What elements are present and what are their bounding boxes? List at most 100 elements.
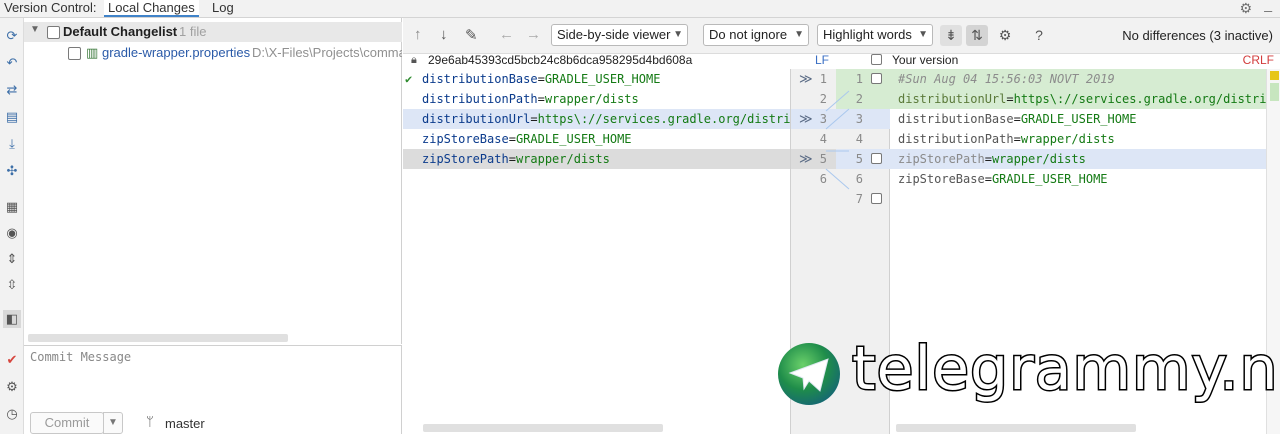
right-key: distributionBase: [898, 112, 1014, 126]
right-line-added: #Sun Aug 04 15:56:03 NOVT 2019: [890, 69, 1266, 89]
left-line: distributionPath=wrapper/dists: [422, 92, 639, 106]
right-key: zipStorePath: [898, 152, 985, 166]
left-line-number: 4: [819, 132, 827, 146]
right-key: zipStoreBase: [898, 172, 985, 186]
diff-status: No differences (3 inactive): [1122, 28, 1273, 43]
left-value: wrapper/dists: [544, 92, 639, 106]
diff-arrows-icon[interactable]: ⇄: [3, 81, 21, 99]
added-marker: [1270, 83, 1279, 101]
lock-icon: 🔒︎: [411, 54, 417, 66]
arrow-left-icon[interactable]: ←: [499, 26, 514, 43]
viewer-select-value: Side-by-side viewer: [557, 27, 671, 42]
right-value: wrapper/dists: [1020, 132, 1115, 146]
branch-name: master: [165, 416, 205, 431]
right-value: https\://services.gradle.org/distribu: [1013, 92, 1266, 106]
left-key: distributionBase: [422, 72, 538, 86]
download-icon[interactable]: ⤓: [3, 135, 21, 153]
telegram-logo: [778, 343, 840, 405]
right-line-moved: zipStorePath=wrapper/dists: [890, 149, 1266, 169]
arrow-right-icon[interactable]: →: [526, 26, 541, 43]
highlight-select[interactable]: Highlight words ▼: [817, 24, 933, 46]
left-line: zipStoreBase=GRADLE_USER_HOME: [422, 132, 632, 146]
changelist-row[interactable]: ▼ Default Changelist 1 file: [24, 22, 402, 42]
history-icon[interactable]: ◷: [3, 405, 21, 423]
commit-dropdown-button[interactable]: ▼: [103, 412, 123, 434]
commit-check-icon[interactable]: ✔: [3, 351, 21, 369]
collapse-all-icon[interactable]: ⇳: [3, 276, 21, 294]
left-line-number: 6: [819, 172, 827, 186]
settings-icon[interactable]: ⚙: [3, 378, 21, 396]
left-line-separator[interactable]: LF: [815, 53, 829, 67]
group-by-icon[interactable]: ▦: [3, 198, 21, 216]
tool-window-tabs: Version Control: Local Changes Log ⚙ _: [0, 0, 1280, 18]
help-icon[interactable]: ?: [1028, 25, 1050, 46]
changelist-count: 1 file: [179, 24, 207, 39]
preview-diff-icon[interactable]: ◧: [3, 310, 21, 328]
left-value: wrapper/dists: [515, 152, 610, 166]
commit-button[interactable]: Commit: [30, 412, 104, 434]
right-line: zipStoreBase=GRADLE_USER_HOME: [898, 172, 1108, 186]
right-line-added: distributionUrl=https\://services.gradle…: [890, 89, 1266, 109]
settings-gear-icon[interactable]: ⚙: [994, 25, 1016, 46]
right-line-separator[interactable]: CRLF: [1243, 53, 1274, 67]
expand-all-icon[interactable]: ⇕: [3, 250, 21, 268]
arrow-up-icon[interactable]: ↑: [414, 26, 422, 43]
chevron-down-icon: ▼: [918, 29, 928, 40]
include-line-checkbox[interactable]: [871, 73, 882, 84]
sync-scroll-icon[interactable]: ⇅: [966, 25, 988, 46]
rollback-icon[interactable]: ↶: [3, 54, 21, 72]
horizontal-scrollbar[interactable]: [423, 424, 663, 432]
include-line-checkbox[interactable]: [871, 193, 882, 204]
version-control-label: Version Control:: [4, 0, 97, 15]
changelist-icon[interactable]: ✣: [3, 162, 21, 180]
warning-marker[interactable]: [1270, 71, 1279, 80]
horizontal-scrollbar[interactable]: [896, 424, 1136, 432]
diff-header: 🔒︎ 29e6ab45393cd5bcb24c8b6dca958295d4bd6…: [403, 53, 1280, 69]
file-checkbox[interactable]: [68, 47, 81, 60]
minimize-icon[interactable]: _: [1264, 0, 1272, 12]
right-line-number: 2: [855, 92, 863, 106]
left-line-selected: zipStorePath=wrapper/dists: [403, 149, 790, 169]
edit-icon[interactable]: ✎: [465, 26, 478, 44]
diff-toolbar: ↑ ↓ ✎ ← → Side-by-side viewer ▼ Do not i…: [403, 18, 1280, 54]
viewer-select[interactable]: Side-by-side viewer ▼: [551, 24, 688, 46]
arrow-down-icon[interactable]: ↓: [440, 26, 448, 43]
include-line-checkbox[interactable]: [871, 153, 882, 164]
eye-icon[interactable]: ◉: [3, 224, 21, 242]
apply-change-icon[interactable]: ≫: [799, 109, 813, 129]
check-icon: ✔: [405, 72, 413, 86]
left-revision: 29e6ab45393cd5bcb24c8b6dca958295d4bd608a: [428, 53, 693, 67]
left-value: GRADLE_USER_HOME: [544, 72, 661, 86]
left-line-number: 1: [819, 72, 827, 86]
right-value: GRADLE_USER_HOME: [991, 172, 1108, 186]
refresh-icon[interactable]: ⟳: [3, 27, 21, 45]
changelist-checkbox[interactable]: [47, 26, 60, 39]
commit-message-input[interactable]: Commit Message: [30, 350, 131, 364]
paper-plane-icon: [788, 358, 829, 392]
left-line-number: 2: [819, 92, 827, 106]
right-line-number: 1: [855, 72, 863, 86]
shelve-icon[interactable]: ▤: [3, 108, 21, 126]
right-version-label: Your version: [892, 53, 959, 67]
apply-change-icon[interactable]: ≫: [799, 149, 813, 169]
include-checkbox[interactable]: [871, 54, 882, 65]
chevron-down-icon[interactable]: ▼: [30, 24, 40, 35]
file-row[interactable]: ▥ gradle-wrapper.properties D:\X-Files\P…: [24, 43, 402, 63]
highlight-select-value: Highlight words: [823, 27, 912, 42]
right-value: wrapper/dists: [991, 152, 1086, 166]
right-line-number: 6: [855, 172, 863, 186]
branch-icon: ᛘ: [146, 414, 154, 429]
tab-local-changes[interactable]: Local Changes: [104, 0, 199, 17]
left-editor[interactable]: ✔ distributionBase=GRADLE_USER_HOME dist…: [403, 69, 790, 434]
horizontal-scrollbar[interactable]: [28, 334, 288, 342]
ignore-select[interactable]: Do not ignore ▼: [703, 24, 809, 46]
collapse-unchanged-icon[interactable]: ⇟: [940, 25, 962, 46]
ignore-select-value: Do not ignore: [709, 27, 788, 42]
apply-change-icon[interactable]: ≫: [799, 69, 813, 89]
changelist-name: Default Changelist: [63, 24, 178, 39]
left-value: GRADLE_USER_HOME: [515, 132, 632, 146]
right-line-number: 4: [855, 132, 863, 146]
left-line-number: 3: [819, 112, 827, 126]
tab-log[interactable]: Log: [208, 0, 238, 17]
gear-icon[interactable]: ⚙: [1239, 0, 1252, 17]
